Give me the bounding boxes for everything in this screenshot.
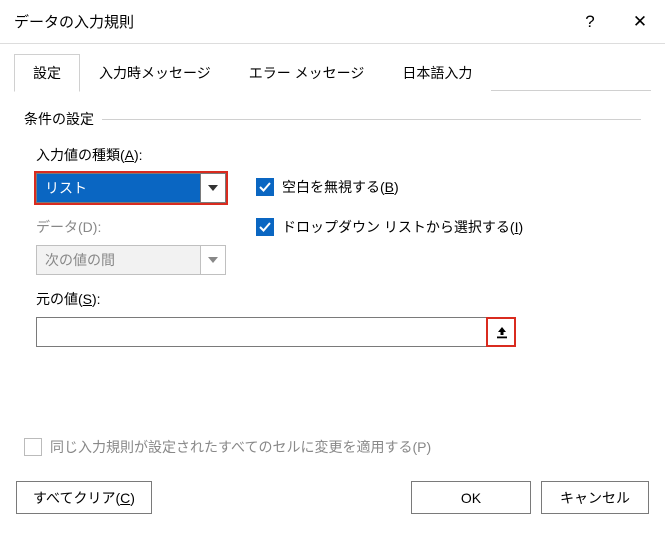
allow-select[interactable]: リスト: [36, 173, 226, 203]
tab-settings[interactable]: 設定: [14, 54, 80, 92]
dialog-body: 条件の設定 入力値の種類(A): リスト データ(D): 次の値の間: [0, 91, 665, 467]
allow-select-value: リスト: [36, 173, 200, 203]
range-picker-icon: [495, 325, 509, 339]
allow-label: 入力値の種類(A):: [36, 145, 226, 165]
tab-ime[interactable]: 日本語入力: [383, 54, 491, 91]
cancel-button[interactable]: キャンセル: [541, 481, 649, 514]
source-label: 元の値(S):: [36, 289, 641, 309]
help-button[interactable]: ?: [565, 0, 615, 44]
dialog-footer: すべてクリア(C) OK キャンセル: [0, 467, 665, 528]
data-select-value: 次の値の間: [36, 245, 200, 275]
data-label: データ(D):: [36, 217, 226, 237]
tab-strip: 設定 入力時メッセージ エラー メッセージ 日本語入力: [0, 44, 665, 91]
data-select: 次の値の間: [36, 245, 226, 275]
apply-all-checkbox: 同じ入力規則が設定されたすべてのセルに変更を適用する(P): [24, 437, 641, 457]
dropdown-checkbox[interactable]: ドロップダウン リストから選択する(I): [256, 217, 523, 237]
apply-all-label: 同じ入力規則が設定されたすべてのセルに変更を適用する(P): [50, 437, 431, 457]
window-title: データの入力規則: [14, 11, 565, 32]
title-bar: データの入力規則 ? ✕: [0, 0, 665, 44]
range-picker-button[interactable]: [487, 318, 515, 346]
source-field: [36, 317, 516, 347]
check-icon: [256, 218, 274, 236]
chevron-down-icon: [200, 173, 226, 203]
chevron-down-icon: [200, 245, 226, 275]
source-input[interactable]: [37, 318, 487, 346]
fieldset-header: 条件の設定: [24, 109, 641, 129]
clear-all-button[interactable]: すべてクリア(C): [16, 481, 152, 514]
ignore-blank-checkbox[interactable]: 空白を無視する(B): [256, 177, 523, 197]
check-icon: [256, 178, 274, 196]
close-button[interactable]: ✕: [615, 0, 665, 44]
ok-button[interactable]: OK: [411, 481, 531, 514]
checkbox-empty-icon: [24, 438, 42, 456]
dropdown-label: ドロップダウン リストから選択する(I): [282, 217, 523, 237]
ignore-blank-label: 空白を無視する(B): [282, 177, 399, 197]
tab-error-message[interactable]: エラー メッセージ: [230, 54, 384, 91]
tab-input-message[interactable]: 入力時メッセージ: [80, 54, 230, 91]
fieldset-divider: [102, 119, 641, 120]
fieldset-label: 条件の設定: [24, 109, 94, 129]
